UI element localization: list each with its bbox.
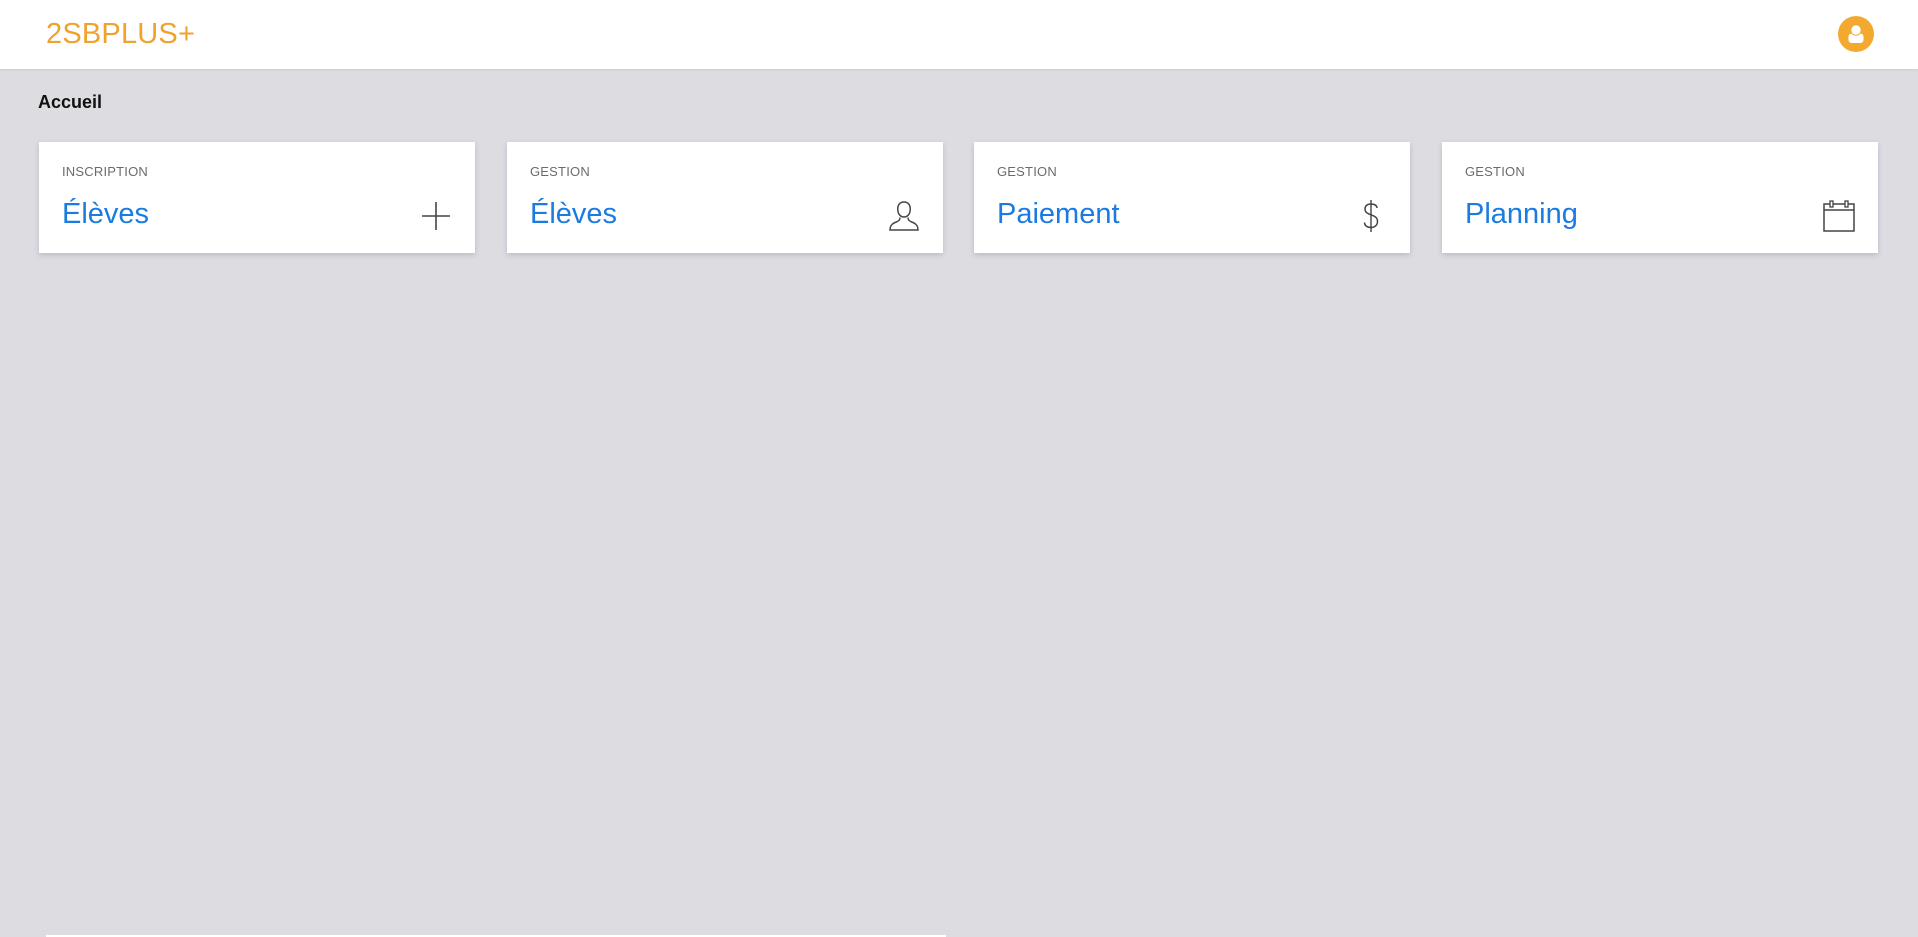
card-kicker: GESTION bbox=[530, 164, 590, 179]
card-title: Élèves bbox=[530, 198, 618, 230]
card-gestion-eleves[interactable]: GESTION Élèves bbox=[507, 142, 943, 253]
user-avatar-icon bbox=[1848, 24, 1864, 43]
card-title: Élèves bbox=[62, 198, 150, 230]
dollar-icon bbox=[1363, 200, 1379, 232]
card-gestion-planning[interactable]: GESTION Planning bbox=[1442, 142, 1878, 253]
card-kicker: INSCRIPTION bbox=[62, 164, 148, 179]
user-icon bbox=[889, 201, 919, 231]
top-navbar: 2SBPLUS+ bbox=[0, 0, 1918, 69]
card-title: Paiement bbox=[997, 198, 1120, 230]
card-kicker: GESTION bbox=[997, 164, 1057, 179]
brand-logo-link[interactable]: 2SBPLUS+ bbox=[46, 17, 195, 51]
card-inscription-eleves[interactable]: INSCRIPTION Élèves bbox=[39, 142, 475, 253]
breadcrumb: Accueil bbox=[38, 91, 102, 113]
calendar-icon bbox=[1823, 200, 1855, 232]
breadcrumb-current: Accueil bbox=[38, 92, 103, 112]
plus-icon bbox=[422, 202, 450, 230]
card-title: Planning bbox=[1465, 198, 1578, 230]
card-kicker: GESTION bbox=[1465, 164, 1525, 179]
user-avatar-button[interactable] bbox=[1838, 16, 1874, 52]
card-gestion-paiement[interactable]: GESTION Paiement bbox=[974, 142, 1410, 253]
